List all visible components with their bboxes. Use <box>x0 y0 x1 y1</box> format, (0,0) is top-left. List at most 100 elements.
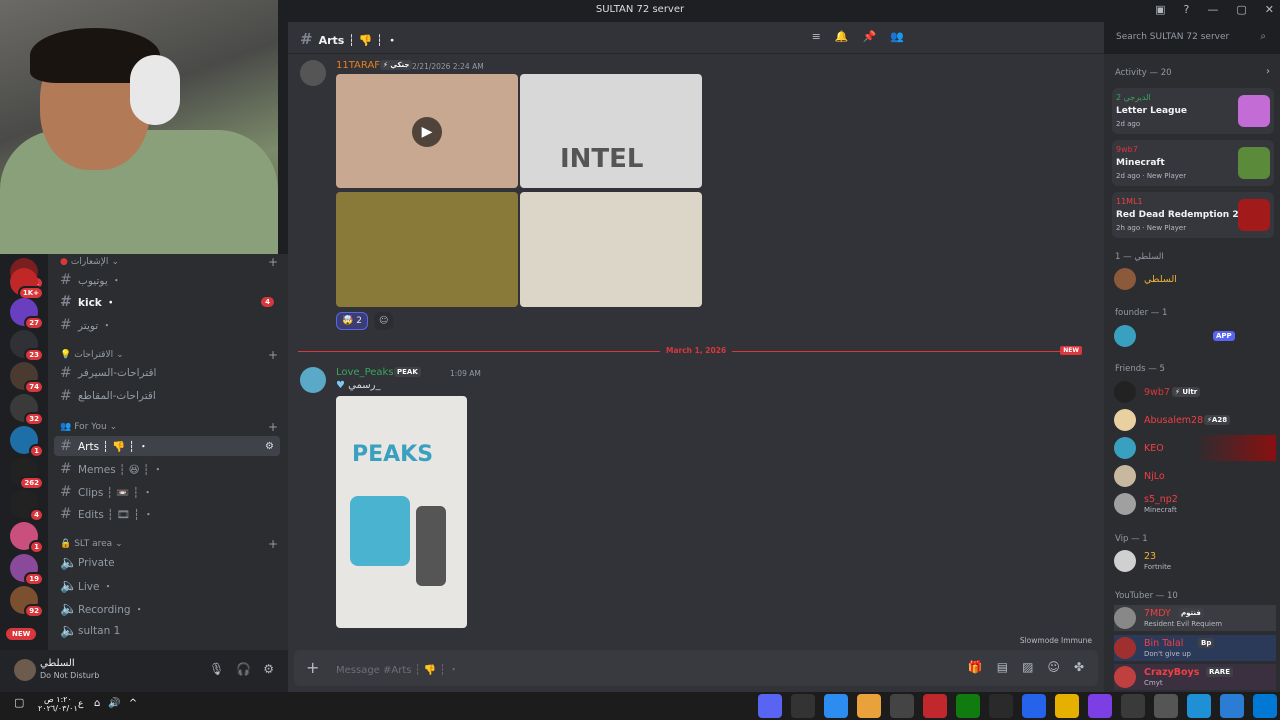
avatar[interactable] <box>300 60 326 86</box>
channel-item-arts[interactable]: # Arts ┆ 👎 ┆ ・ ⚙ <box>54 436 280 456</box>
maximize-button[interactable]: ▢ <box>1236 3 1246 16</box>
add-channel-icon[interactable]: + <box>268 348 278 362</box>
channel-item[interactable]: # تويتر ・ <box>54 315 280 335</box>
microphone-icon[interactable]: 🎙 <box>209 662 224 676</box>
add-channel-icon[interactable]: + <box>268 255 278 269</box>
notification-icon[interactable]: ▢ <box>14 696 24 709</box>
voice-channel[interactable]: 🔈 sultan 1 <box>54 621 280 641</box>
app-taskbar-icon[interactable] <box>791 694 815 718</box>
avatar[interactable] <box>14 659 36 681</box>
obs-taskbar-icon[interactable] <box>890 694 914 718</box>
emoji-icon[interactable]: ☺ <box>1047 660 1060 674</box>
app-taskbar-icon[interactable] <box>1088 694 1112 718</box>
channel-settings-icon[interactable]: ⚙ <box>265 441 274 452</box>
member-item[interactable]: Abusalem28 ⚡A28 <box>1114 407 1276 433</box>
help-icon[interactable]: ? <box>1184 3 1190 16</box>
search-input[interactable]: Search SULTAN 72 server ⌕ <box>1110 27 1272 49</box>
edge-taskbar-icon[interactable] <box>1187 694 1211 718</box>
server-icon[interactable]: 1K+ <box>10 268 44 300</box>
member-item[interactable]: 9wb7 ⚡ Ultr <box>1114 379 1276 405</box>
member-item[interactable]: NjLo <box>1114 463 1276 489</box>
activity-card[interactable]: الديرجي 2 Letter League 2d ago <box>1112 88 1274 134</box>
minimize-button[interactable]: — <box>1207 3 1218 16</box>
attachment-image[interactable] <box>336 192 518 307</box>
close-button[interactable]: ✕ <box>1265 3 1274 16</box>
gif-icon[interactable]: ▤ <box>997 660 1008 674</box>
channel-item[interactable]: # اقتراحات-المقاطع <box>54 386 280 406</box>
voice-channel[interactable]: 🔈 Live ・ <box>54 576 280 596</box>
channel-item[interactable]: # اقتراحات-السيرفر <box>54 363 280 383</box>
server-icon[interactable]: 19 <box>10 554 44 586</box>
activity-header[interactable]: Activity — 20 <box>1115 68 1172 78</box>
category-header[interactable]: 💡 الاقتراحات ⌄ + <box>60 348 278 362</box>
member-item[interactable]: 7MDY فنتوم Resident Evil Requiem <box>1114 605 1276 631</box>
member-item[interactable]: 23 Fortnite <box>1114 548 1276 574</box>
attachment-image[interactable] <box>520 192 702 307</box>
settings-taskbar-icon[interactable] <box>1154 694 1178 718</box>
server-icon[interactable]: 262 <box>10 458 44 490</box>
gear-icon[interactable]: ⚙ <box>263 662 274 676</box>
channel-item[interactable]: # يوتيوب ・ <box>54 270 280 290</box>
network-icon[interactable]: ⌂ <box>94 698 100 709</box>
headphones-icon[interactable]: 🎧 <box>236 662 251 676</box>
server-icon[interactable]: 1 <box>10 426 44 458</box>
discord-taskbar-icon[interactable] <box>758 694 782 718</box>
member-item[interactable]: KEO <box>1114 435 1276 461</box>
member-item[interactable]: CrazyBoys RARE Cmyt <box>1114 664 1276 690</box>
app-taskbar-icon[interactable] <box>824 694 848 718</box>
add-channel-icon[interactable]: + <box>268 537 278 551</box>
reaction-button[interactable]: 🤯 2 <box>336 312 368 330</box>
bell-icon[interactable]: 🔔 <box>835 30 849 43</box>
voice-channel[interactable]: 🔈 Recording ・ <box>54 599 280 619</box>
channel-item[interactable]: # Memes ┆ 😆 ┆ ・ <box>54 459 280 479</box>
category-header[interactable]: ● الإشعارات ⌄ + <box>60 255 278 269</box>
message-input[interactable]: Message #Arts ┆ 👎 ┆ ・ <box>336 661 459 676</box>
pin-icon[interactable]: 📌 <box>863 30 877 43</box>
message-author[interactable]: Love_Peaks <box>336 367 394 378</box>
server-icon[interactable]: 4 <box>10 490 44 522</box>
xbox-taskbar-icon[interactable] <box>956 694 980 718</box>
chevron-up-icon[interactable]: ^ <box>129 698 137 709</box>
apps-icon[interactable]: ✤ <box>1074 660 1084 674</box>
activity-card[interactable]: 9wb7 Minecraft 2d ago · New Player <box>1112 140 1274 186</box>
member-item[interactable]: s5_np2 Minecraft <box>1114 491 1276 517</box>
member-item[interactable]: APP <box>1114 323 1276 349</box>
app-taskbar-icon[interactable] <box>989 694 1013 718</box>
message-author[interactable]: 11TARAF <box>336 60 380 71</box>
sticker-icon[interactable]: ▨ <box>1022 660 1033 674</box>
attachment-image[interactable]: INTEL <box>520 74 702 188</box>
folder-taskbar-icon[interactable] <box>1055 694 1079 718</box>
app-taskbar-icon[interactable] <box>1022 694 1046 718</box>
member-item[interactable]: السلطي <box>1114 266 1276 292</box>
windows-start-icon[interactable] <box>1253 694 1277 718</box>
server-icon[interactable]: 27 <box>10 298 44 330</box>
chevron-right-icon[interactable]: › <box>1266 66 1270 77</box>
chrome-taskbar-icon[interactable] <box>857 694 881 718</box>
category-header[interactable]: 👥 For You ⌄ + <box>60 420 278 434</box>
category-header[interactable]: 🔒 SLT area ⌄ + <box>60 537 278 551</box>
inbox-icon[interactable]: ▣ <box>1155 3 1165 16</box>
app-taskbar-icon[interactable] <box>1220 694 1244 718</box>
voice-channel[interactable]: 🔈 Private <box>54 553 280 573</box>
channel-item[interactable]: # Clips ┆ 📼 ┆ ・ <box>54 482 280 502</box>
server-icon[interactable]: 32 <box>10 394 44 426</box>
member-item[interactable]: Bin Talal Bp Don't give up <box>1114 635 1276 661</box>
add-reaction-button[interactable]: ☺ <box>374 312 394 330</box>
channel-item[interactable]: # kick ・ 4 <box>54 292 280 312</box>
message-composer[interactable]: + Message #Arts ┆ 👎 ┆ ・ 🎁 ▤ ▨ ☺ ✤ <box>294 650 1098 686</box>
attachment-image[interactable]: PEAKS <box>336 396 467 628</box>
attachment-video[interactable]: ▶ <box>336 74 518 188</box>
members-icon[interactable]: 👥 <box>890 30 904 43</box>
server-icon[interactable]: 74 <box>10 362 44 394</box>
gift-icon[interactable]: 🎁 <box>968 660 983 674</box>
play-icon[interactable]: ▶ <box>412 117 442 147</box>
activity-card[interactable]: 11ML1 Red Dead Redemption 2 2h ago · New… <box>1112 192 1274 238</box>
app-taskbar-icon[interactable] <box>1121 694 1145 718</box>
channel-item[interactable]: # Edits ┆ 🎞 ┆ ・ <box>54 504 280 524</box>
volume-icon[interactable]: 🔊 <box>108 698 120 709</box>
add-channel-icon[interactable]: + <box>268 420 278 434</box>
avatar[interactable] <box>300 367 326 393</box>
app-taskbar-icon[interactable] <box>923 694 947 718</box>
server-icon[interactable]: 1 <box>10 522 44 554</box>
attach-plus-icon[interactable]: + <box>306 658 319 677</box>
